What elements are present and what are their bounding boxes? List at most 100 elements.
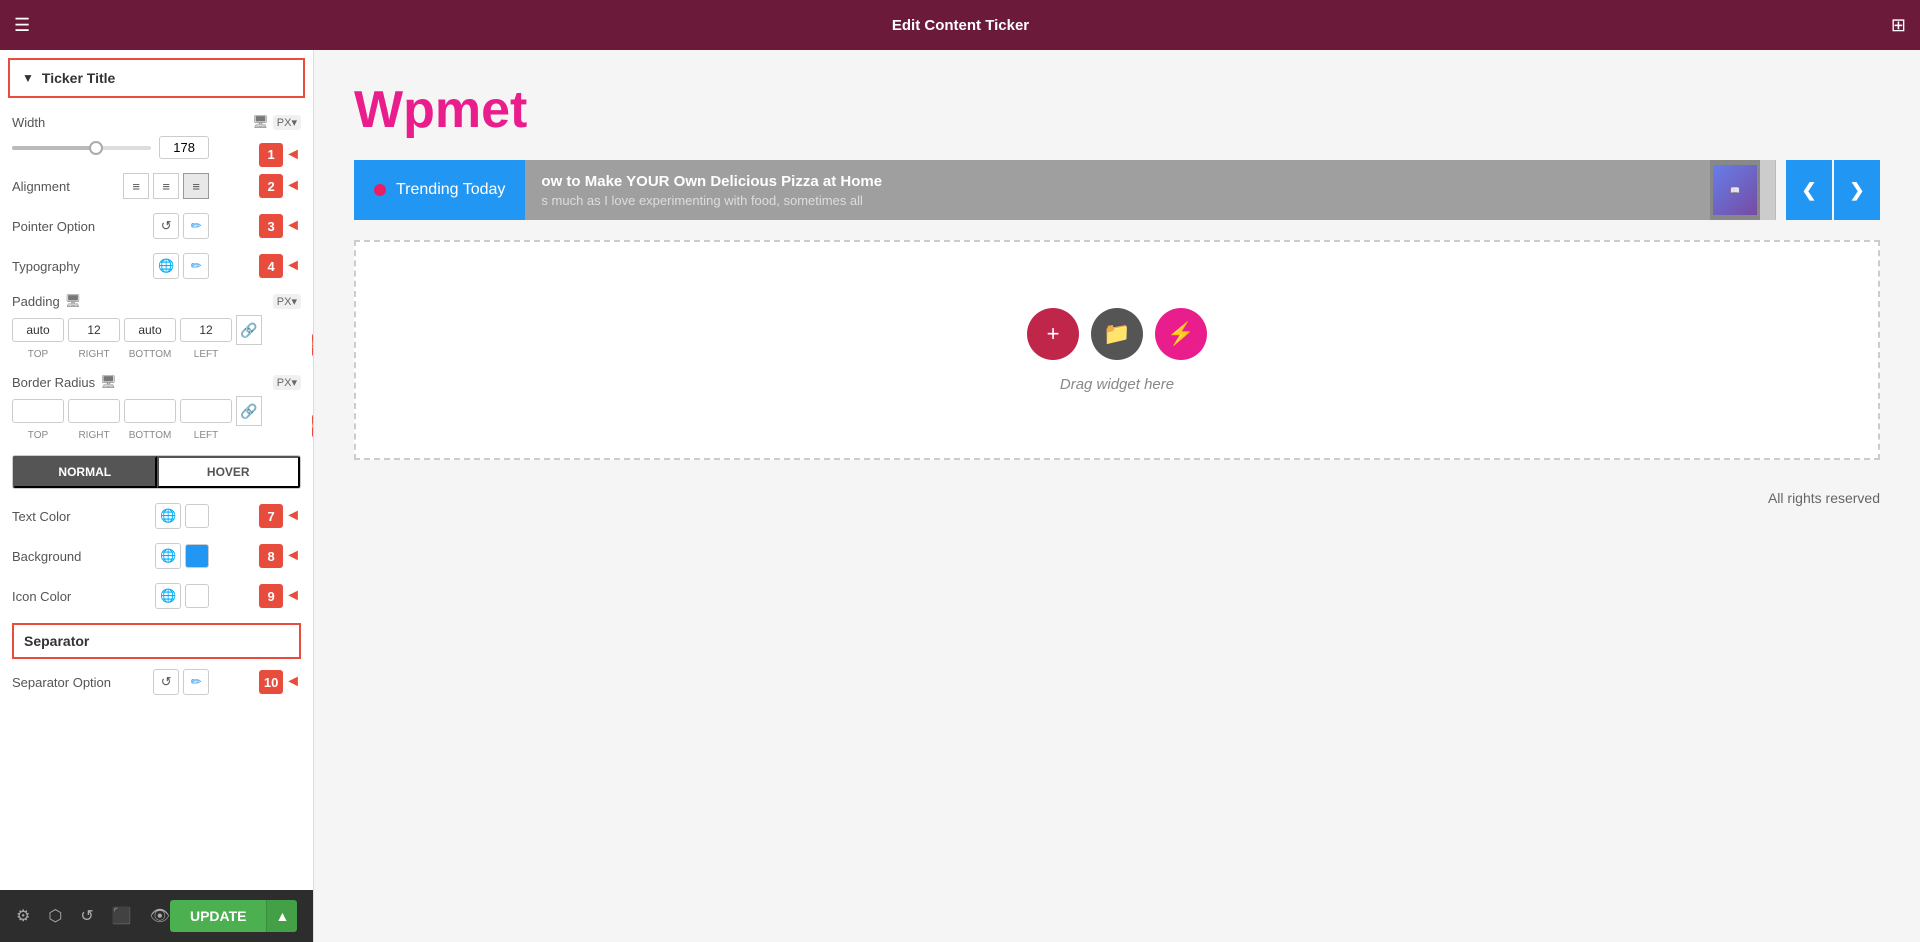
align-right-btn[interactable]: ≡ (183, 173, 209, 199)
slider-fill (12, 146, 93, 150)
responsive-icon[interactable]: ⬛ (112, 906, 132, 926)
typography-globe-btn[interactable]: 🌐 (153, 253, 179, 279)
update-btn-group: UPDATE ▲ (170, 900, 297, 932)
preview-icon[interactable]: 👁 (150, 906, 170, 926)
footer-text: All rights reserved (354, 480, 1880, 516)
content-area: Wpmet Trending Today ow to Make YOUR Own… (314, 50, 1920, 942)
br-bottom-input[interactable] (124, 399, 176, 423)
width-field-row: Width 🖥 PX▾ (12, 114, 301, 130)
border-radius-unit[interactable]: PX▾ (273, 375, 301, 390)
monitor-icon: 🖥 (252, 114, 269, 130)
tab-hover[interactable]: HOVER (157, 456, 301, 488)
settings-icon[interactable]: ⚙ (16, 906, 30, 926)
br-bottom-label: BOTTOM (124, 430, 176, 441)
br-monitor-icon: 🖥 (100, 374, 117, 390)
pointer-row-wrapper: Pointer Option ↺ ✏ 3 ◄ (12, 213, 301, 239)
br-top-input[interactable] (12, 399, 64, 423)
badge-8: 8 (259, 544, 283, 568)
panel-body: Width 🖥 PX▾ 178 (0, 106, 313, 890)
br-labels: TOP RIGHT BOTTOM LEFT (12, 430, 262, 441)
history-icon[interactable]: ↺ (80, 906, 93, 926)
br-right-input[interactable] (68, 399, 120, 423)
pad-left-label: LEFT (180, 349, 232, 360)
padding-label-row: Padding 🖥 PX▾ (12, 293, 301, 309)
typography-controls: 🌐 ✏ (153, 253, 209, 279)
text-color-swatch[interactable] (185, 504, 209, 528)
pointer-option-row: Pointer Option ↺ ✏ (12, 213, 209, 239)
separator-bar: Separator (12, 623, 301, 659)
bg-globe-btn[interactable]: 🌐 (155, 543, 181, 569)
icon-color-swatch[interactable] (185, 584, 209, 608)
update-dropdown-btn[interactable]: ▲ (266, 900, 297, 932)
badge-2: 2 (259, 174, 283, 198)
ticker-next-btn[interactable]: ❯ (1834, 160, 1880, 220)
background-row: Background 🌐 (12, 543, 209, 569)
padding-inputs-group: 🔗 TOP RIGHT BOTTOM LEFT (12, 315, 262, 374)
width-slider[interactable] (12, 146, 151, 150)
padding-bottom-input[interactable] (124, 318, 176, 342)
text-color-globe-btn[interactable]: 🌐 (155, 503, 181, 529)
slider-thumb[interactable] (89, 141, 103, 155)
padding-right-input[interactable] (68, 318, 120, 342)
icon-color-globe-btn[interactable]: 🌐 (155, 583, 181, 609)
br-unit-label: PX (277, 377, 292, 389)
arrow-4: ◄ (285, 257, 301, 275)
width-unit[interactable]: PX▾ (273, 115, 301, 130)
main-layout: ▼ Ticker Title Width 🖥 PX▾ (0, 50, 1920, 942)
alignment-controls: ≡ ≡ ≡ (123, 173, 209, 199)
pointer-edit-btn[interactable]: ✏ (183, 213, 209, 239)
ticker-title-bar[interactable]: ▼ Ticker Title (8, 58, 305, 98)
badge-6: 6 (312, 414, 313, 438)
padding-unit[interactable]: PX▾ (273, 294, 301, 309)
separator-reset-btn[interactable]: ↺ (153, 669, 179, 695)
drop-text: Drag widget here (1060, 376, 1174, 393)
pad-bottom-label: BOTTOM (124, 349, 176, 360)
pad-right-label: RIGHT (68, 349, 120, 360)
add-widget-btn[interactable]: + (1027, 308, 1079, 360)
slider-row-wrapper: 178 1 ◄ (12, 136, 301, 173)
layers-icon[interactable]: ⬡ (48, 906, 62, 926)
update-button[interactable]: UPDATE (170, 900, 267, 932)
padding-left-input[interactable] (180, 318, 232, 342)
tab-normal[interactable]: NORMAL (13, 456, 157, 488)
page-title: Edit Content Ticker (892, 17, 1029, 34)
ticker-prev-btn[interactable]: ❮ (1786, 160, 1832, 220)
pointer-option-label: Pointer Option (12, 219, 95, 234)
icon-color-label: Icon Color (12, 589, 71, 604)
arrow-8: ◄ (285, 547, 301, 565)
border-radius-inputs: 🔗 (12, 396, 262, 426)
br-link-btn[interactable]: 🔗 (236, 396, 262, 426)
icon-color-field: 🌐 (155, 583, 209, 609)
hamburger-icon[interactable]: ☰ (14, 15, 30, 36)
border-radius-wrapper: 🔗 TOP RIGHT BOTTOM LEFT 6 ◄ (12, 396, 301, 455)
bg-color-swatch[interactable] (185, 544, 209, 568)
typography-row-wrapper: Typography 🌐 ✏ 4 ◄ (12, 253, 301, 279)
ticker-line2: s much as I love experimenting with food… (541, 193, 1694, 208)
background-field: 🌐 (155, 543, 209, 569)
ticker-scroll (1760, 160, 1776, 220)
br-left-input[interactable] (180, 399, 232, 423)
width-value-input[interactable]: 178 (159, 136, 209, 159)
folder-btn[interactable]: 📁 (1091, 308, 1143, 360)
arrow-3: ◄ (285, 217, 301, 235)
pointer-controls: ↺ ✏ (153, 213, 209, 239)
badge-1: 1 (259, 143, 283, 167)
padding-unit-label: PX (277, 296, 292, 308)
arrow-1: ◄ (285, 146, 301, 164)
drop-zone[interactable]: + 📁 ⚡ Drag widget here (354, 240, 1880, 460)
badge-3: 3 (259, 214, 283, 238)
grid-icon[interactable]: ⊞ (1891, 15, 1906, 36)
padding-link-btn[interactable]: 🔗 (236, 315, 262, 345)
typography-edit-btn[interactable]: ✏ (183, 253, 209, 279)
elementor-btn[interactable]: ⚡ (1155, 308, 1207, 360)
alignment-label: Alignment (12, 179, 70, 194)
padding-labels: TOP RIGHT BOTTOM LEFT (12, 349, 262, 360)
separator-edit-btn[interactable]: ✏ (183, 669, 209, 695)
slider-track (12, 146, 151, 150)
padding-top-input[interactable] (12, 318, 64, 342)
badge-9: 9 (259, 584, 283, 608)
align-center-btn[interactable]: ≡ (153, 173, 179, 199)
left-panel: ▼ Ticker Title Width 🖥 PX▾ (0, 50, 314, 942)
align-left-btn[interactable]: ≡ (123, 173, 149, 199)
pointer-reset-btn[interactable]: ↺ (153, 213, 179, 239)
